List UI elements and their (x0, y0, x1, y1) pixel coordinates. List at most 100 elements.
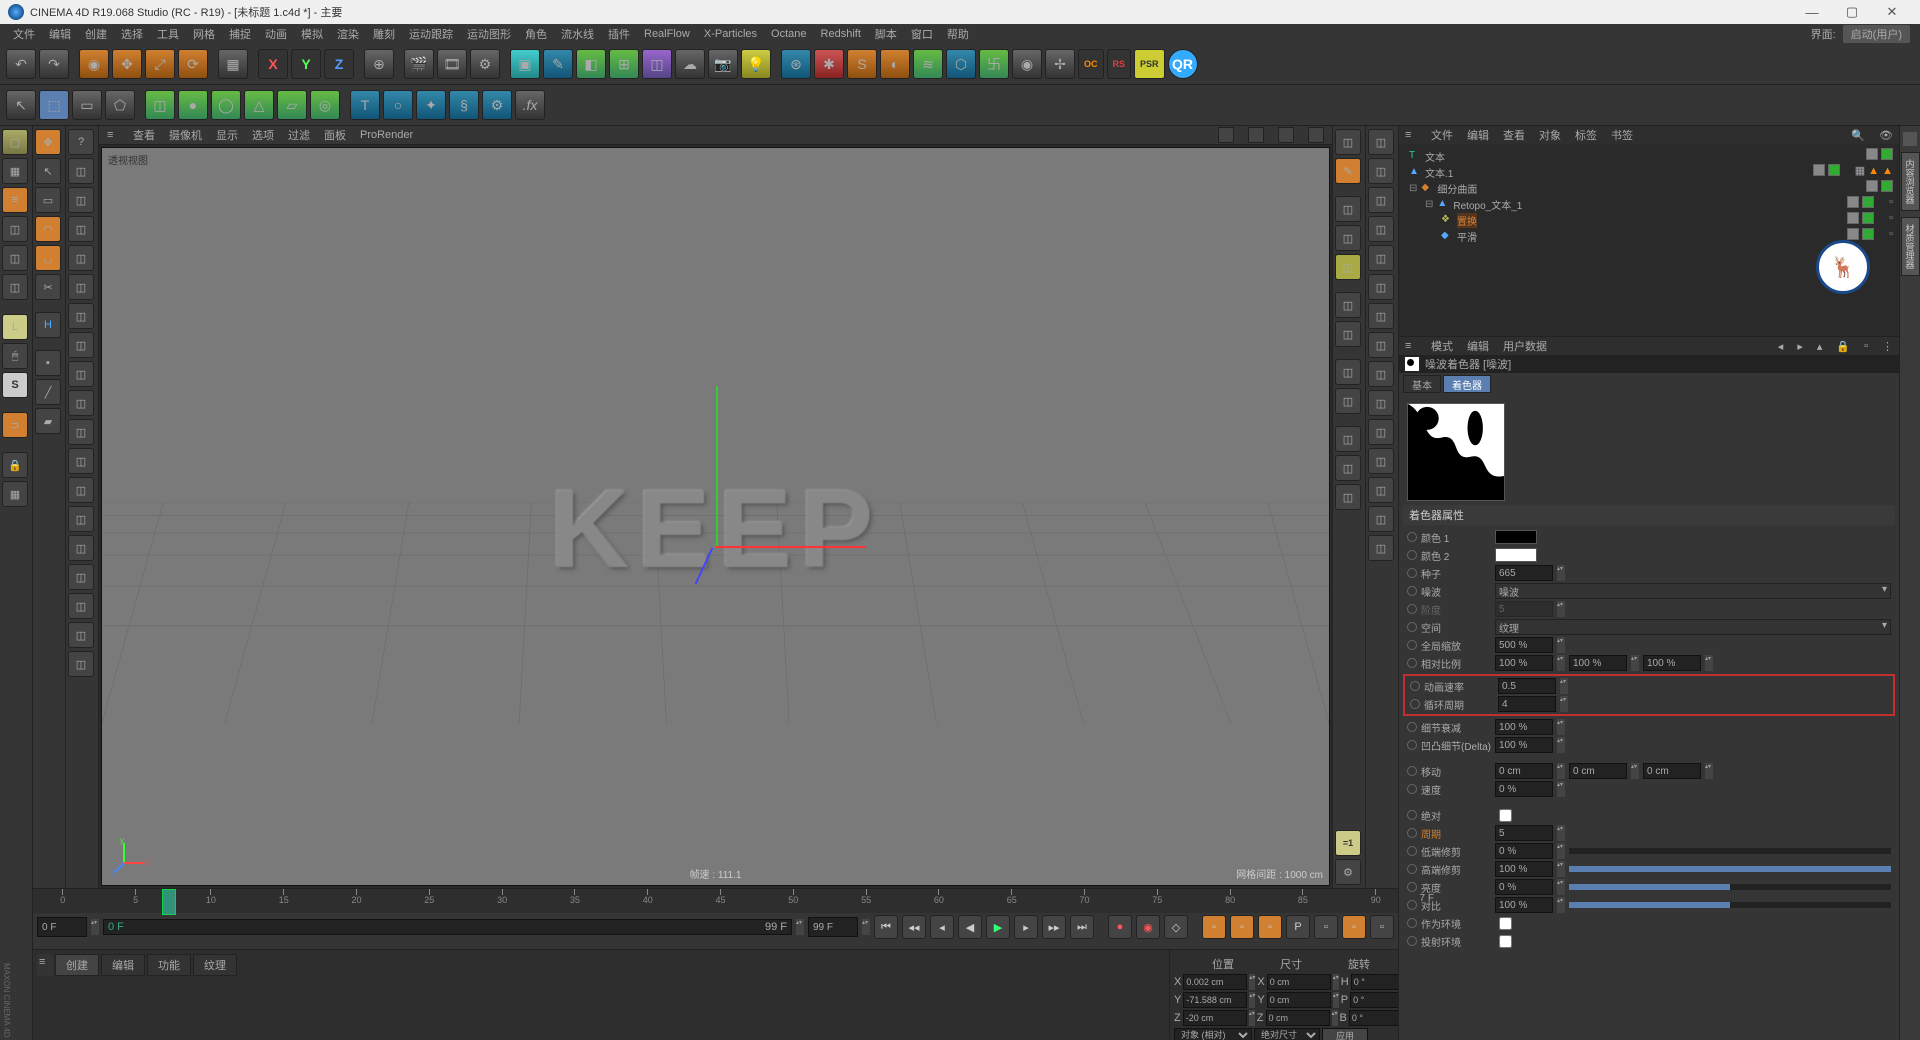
scale-button[interactable]: ⤢ (145, 49, 175, 79)
am-nav-back[interactable]: ◂ (1778, 340, 1784, 353)
om-bookmarks[interactable]: 书签 (1611, 127, 1633, 143)
prop-slider-input[interactable] (1495, 897, 1553, 913)
r11-icon[interactable]: ◫ (1335, 455, 1361, 481)
cone-button[interactable]: △ (244, 90, 274, 120)
spin-icon[interactable]: ▴▾ (1333, 992, 1339, 1008)
tree-row[interactable]: ◆ 平滑 (1403, 228, 1895, 244)
redo-button[interactable]: ↷ (39, 49, 69, 79)
star-button[interactable]: ✦ (416, 90, 446, 120)
om-tags[interactable]: 标签 (1575, 127, 1597, 143)
rr4-icon[interactable]: ◫ (1368, 216, 1394, 242)
rr9-icon[interactable]: ◫ (1368, 361, 1394, 387)
bodypaint-button[interactable]: ◐ (880, 49, 910, 79)
spin-icon[interactable]: ▴▾ (1557, 781, 1565, 797)
prop-v2-input[interactable] (1569, 655, 1627, 671)
sketch-button[interactable]: S (847, 49, 877, 79)
menu-edit[interactable]: 编辑 (42, 26, 78, 42)
cube-icon[interactable]: ▢ (2, 129, 28, 155)
t16-icon[interactable]: ◫ (68, 593, 94, 619)
generator-button[interactable]: ◧ (576, 49, 606, 79)
magnet-icon[interactable]: ⊃ (2, 412, 28, 438)
r6-icon[interactable]: ◫ (1335, 292, 1361, 318)
timeline[interactable]: 0510152025303540455055606570758085907 F (33, 889, 1398, 913)
simulate-button[interactable]: ◉ (1012, 49, 1042, 79)
prop-checkbox[interactable] (1499, 935, 1512, 948)
tree-row[interactable]: T 文本 (1403, 148, 1895, 164)
cube-button[interactable]: ◫ (145, 90, 175, 120)
spin-icon[interactable]: ▴▾ (1557, 861, 1565, 877)
minimize-button[interactable]: — (1792, 0, 1832, 24)
anim-dot-icon[interactable] (1407, 810, 1417, 820)
coord-apply-button[interactable]: 应用 (1322, 1028, 1368, 1040)
prop-num-input[interactable] (1498, 696, 1556, 712)
brush-tool-icon[interactable]: ◡ (35, 245, 61, 271)
s-icon[interactable]: S (2, 372, 28, 398)
vp-display[interactable]: 显示 (216, 127, 238, 143)
k7-button[interactable]: ▫ (1370, 915, 1394, 939)
anim-dot-icon[interactable] (1407, 532, 1417, 542)
spline-button[interactable]: ✎ (543, 49, 573, 79)
r8-icon[interactable]: ◫ (1335, 359, 1361, 385)
k6-button[interactable]: ▫ (1342, 915, 1366, 939)
k4-button[interactable]: P (1286, 915, 1310, 939)
coord-size-input[interactable] (1267, 974, 1331, 990)
anim-dot-icon[interactable] (1407, 568, 1417, 578)
color-swatch[interactable] (1495, 548, 1537, 562)
render-view-button[interactable]: 🎬 (404, 49, 434, 79)
vp-view[interactable]: 查看 (133, 127, 155, 143)
vp-btn2[interactable] (1248, 127, 1264, 143)
vis-tag[interactable] (1866, 148, 1878, 160)
menu-select[interactable]: 选择 (114, 26, 150, 42)
t7-icon[interactable]: ◫ (68, 332, 94, 358)
menu-realflow[interactable]: RealFlow (637, 28, 697, 40)
menu-pipeline[interactable]: 流水线 (554, 26, 601, 42)
vp-btn3[interactable] (1278, 127, 1294, 143)
menu-sculpt[interactable]: 雕刻 (366, 26, 402, 42)
prop-checkbox[interactable] (1499, 917, 1512, 930)
tree-row[interactable]: ⊟ ▲ Retopo_文本_1 (1403, 196, 1895, 212)
menu-simulate[interactable]: 模拟 (294, 26, 330, 42)
menu-tools[interactable]: 工具 (150, 26, 186, 42)
fr-icon1[interactable] (1903, 132, 1917, 146)
t3-icon[interactable]: ◫ (68, 216, 94, 242)
k1-button[interactable]: ▫ (1202, 915, 1226, 939)
r9-icon[interactable]: ◫ (1335, 388, 1361, 414)
rr1-icon[interactable]: ◫ (1368, 129, 1394, 155)
vp-panel[interactable]: 面板 (324, 127, 346, 143)
gizmo-x-axis[interactable] (716, 546, 866, 548)
psr-button[interactable]: PSR (1134, 49, 1165, 79)
expand-icon[interactable]: ⊟ (1409, 183, 1417, 194)
r4-icon[interactable]: ◫ (1335, 225, 1361, 251)
edge-tool-icon[interactable]: ╱ (35, 379, 61, 405)
rr7-icon[interactable]: ◫ (1368, 303, 1394, 329)
layout-dropdown[interactable]: 启动(用户) (1843, 25, 1910, 43)
vis-tag[interactable] (1847, 196, 1859, 208)
rr12-icon[interactable]: ◫ (1368, 448, 1394, 474)
coord-pos-input[interactable] (1183, 992, 1247, 1008)
plane-button[interactable]: ▱ (277, 90, 307, 120)
redshift-button[interactable]: RS (1107, 49, 1132, 79)
t9-icon[interactable]: ◫ (68, 390, 94, 416)
spin-icon[interactable]: ▴▾ (1557, 763, 1565, 779)
menu-create[interactable]: 创建 (78, 26, 114, 42)
dynamics-button[interactable]: ⬡ (946, 49, 976, 79)
t11-icon[interactable]: ◫ (68, 448, 94, 474)
anim-dot-icon[interactable] (1407, 722, 1417, 732)
vp-camera[interactable]: 摄像机 (169, 127, 202, 143)
goto-start-button[interactable]: ⏮ (874, 915, 898, 939)
prev-frame-button[interactable]: ◂ (930, 915, 954, 939)
octane-button[interactable]: OC (1078, 49, 1104, 79)
anim-dot-icon[interactable] (1407, 640, 1417, 650)
menu-window[interactable]: 窗口 (904, 26, 940, 42)
spin-icon[interactable]: ▴▾ (1705, 763, 1713, 779)
close-button[interactable]: ✕ (1872, 0, 1912, 24)
content-browser-tab[interactable]: 内容浏览器 (1901, 152, 1920, 211)
spin-icon[interactable]: ▴▾ (1557, 825, 1565, 841)
vp-options[interactable]: 选项 (252, 127, 274, 143)
viewport[interactable]: 透视视图 KEEP y x z (101, 147, 1330, 886)
r1-icon[interactable]: ◫ (1335, 129, 1361, 155)
text-button[interactable]: T (350, 90, 380, 120)
coord-size-input[interactable] (1266, 1010, 1330, 1026)
gizmo-y-axis[interactable] (716, 386, 718, 546)
spin-icon[interactable]: ▴▾ (1249, 1010, 1255, 1026)
